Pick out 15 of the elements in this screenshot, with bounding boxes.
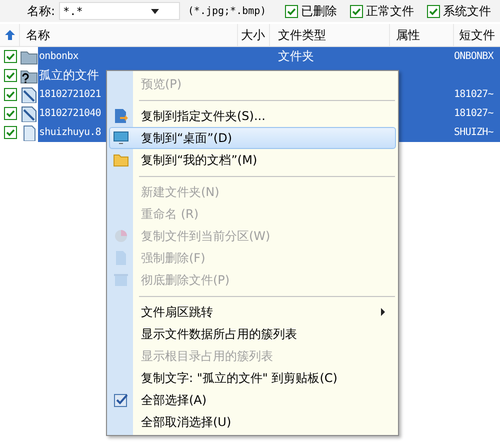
file-name: shuizhuyu.8: [39, 127, 101, 138]
short-file-name: SHUIZH~: [454, 127, 494, 138]
checkbox-label: 已删除: [301, 2, 337, 20]
short-file-name: 181027~: [454, 108, 494, 119]
short-file-name: ONBONBX: [454, 51, 494, 62]
file-name: 18102721021: [39, 89, 101, 100]
checkbox-label: 正常文件: [366, 2, 414, 20]
checkbox-label: 系统文件: [443, 2, 491, 20]
short-file-name: 181027~: [454, 89, 494, 100]
file-type: 文件夹: [278, 49, 314, 63]
file-name: 孤立的文件: [39, 68, 99, 82]
filter-hint: (*.jpg;*.bmp): [188, 6, 268, 16]
file-name: onbonbx: [39, 51, 78, 62]
filter-label: 名称:: [27, 2, 56, 20]
file-name: 18102721040: [39, 108, 101, 119]
